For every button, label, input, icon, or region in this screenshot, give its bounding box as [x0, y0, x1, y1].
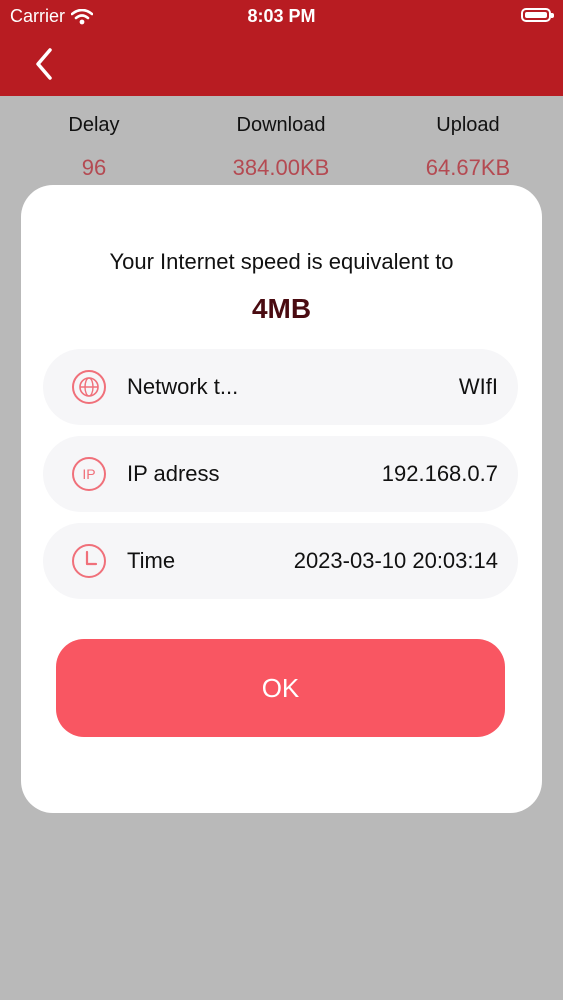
ip-icon: IP — [72, 457, 106, 491]
row-label: IP adress — [127, 461, 220, 486]
stat-delay: Delay 96 — [14, 96, 174, 181]
stat-label: Download — [236, 114, 326, 136]
stat-upload: Upload 64.67KB — [388, 96, 548, 181]
nav-bar — [0, 34, 563, 96]
stat-label: Upload — [436, 114, 500, 136]
row-label: Network t... — [127, 374, 239, 399]
stat-value: 96 — [81, 155, 107, 180]
chevron-left-icon[interactable] — [28, 44, 64, 84]
ip-address-row: IP IP adress 192.168.0.7 — [43, 436, 518, 512]
stat-download: Download 384.00KB — [201, 96, 361, 181]
status-bar: Carrier 8:03 PM — [0, 0, 563, 34]
row-value: WIfI — [458, 374, 498, 399]
globe-icon — [72, 370, 106, 404]
ok-button[interactable]: OK — [56, 639, 505, 737]
stat-label: Delay — [68, 114, 120, 136]
clock-icon — [72, 544, 106, 578]
row-label: Time — [127, 548, 176, 573]
speed-equivalent: 4MB — [251, 293, 312, 324]
svg-text:IP: IP — [82, 466, 95, 482]
stat-value: 64.67KB — [425, 155, 511, 180]
stat-value: 384.00KB — [232, 155, 330, 180]
dialog-headline: Your Internet speed is equivalent to — [109, 249, 454, 274]
time-row: Time 2023-03-10 20:03:14 — [43, 523, 518, 599]
status-time: 8:03 PM — [247, 6, 316, 26]
row-value: 2023-03-10 20:03:14 — [293, 548, 498, 573]
result-dialog: Your Internet speed is equivalent to 4MB… — [21, 185, 542, 813]
battery-icon — [521, 8, 554, 22]
network-type-row: Network t... WIfI — [43, 349, 518, 425]
row-value: 192.168.0.7 — [381, 461, 498, 486]
speed-stats: Delay 96 Download 384.00KB Upload 64.67K… — [0, 96, 563, 196]
